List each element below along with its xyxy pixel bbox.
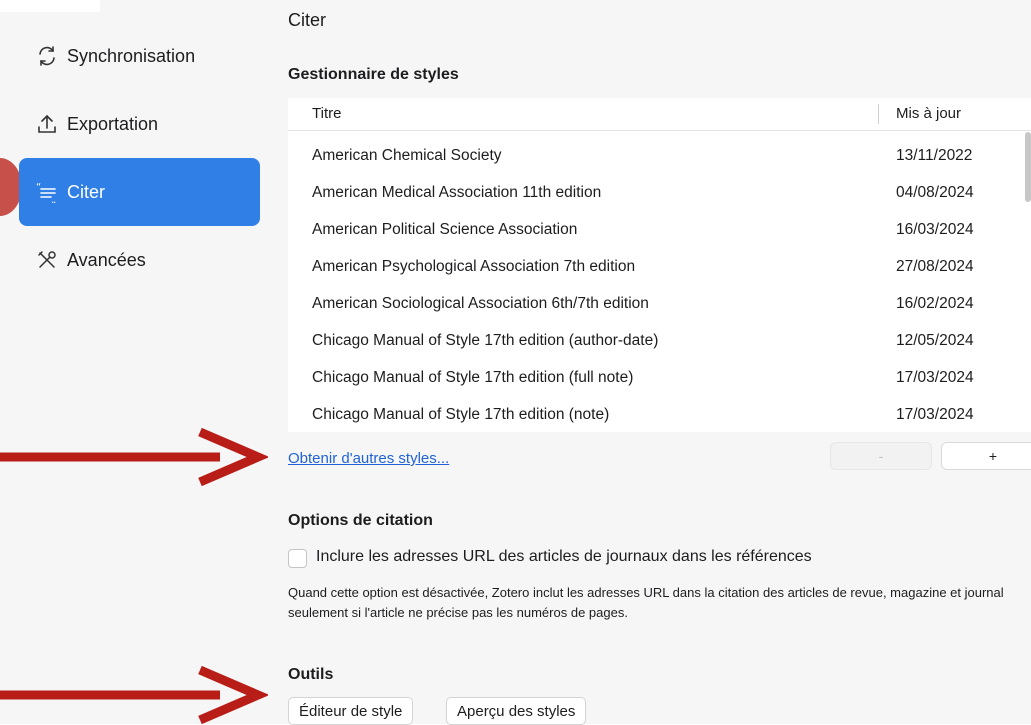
style-title: American Psychological Association 7th e…: [312, 258, 636, 275]
style-preview-button[interactable]: Aperçu des styles: [446, 697, 587, 725]
sync-icon: [35, 44, 59, 68]
citation-options-title: Options de citation: [288, 512, 433, 529]
sidebar-item-label: Synchronisation: [67, 45, 196, 66]
table-row[interactable]: Chicago Manual of Style 17th edition (fu…: [288, 359, 1031, 396]
style-title: American Political Science Association: [312, 221, 578, 238]
get-more-styles-link[interactable]: Obtenir d'autres styles...: [288, 450, 449, 467]
style-title: American Medical Association 11th editio…: [312, 184, 602, 201]
sidebar-item-label: Citer: [67, 181, 106, 202]
include-urls-checkbox[interactable]: [288, 549, 307, 568]
svg-text:“: “: [36, 182, 41, 193]
citer-pane: Citer Gestionnaire de styles Titre Mis à…: [268, 0, 1031, 725]
style-date: 17/03/2024: [896, 406, 974, 423]
export-icon: [35, 112, 59, 136]
sidebar-item-avancees[interactable]: Avancées: [19, 226, 260, 294]
remove-style-button[interactable]: -: [830, 442, 932, 470]
sidebar-item-synchronisation[interactable]: Synchronisation: [19, 22, 260, 90]
tools-icon: [35, 248, 59, 272]
style-title: American Sociological Association 6th/7t…: [312, 295, 649, 312]
table-scrollbar[interactable]: [1025, 132, 1031, 202]
column-header-titre[interactable]: Titre: [312, 98, 341, 130]
style-date: 17/03/2024: [896, 369, 974, 386]
column-divider: [878, 104, 879, 124]
table-row[interactable]: American Medical Association 11th editio…: [288, 174, 1031, 211]
header-divider: [288, 130, 1031, 131]
table-row[interactable]: American Political Science Association 1…: [288, 211, 1031, 248]
style-manager-title: Gestionnaire de styles: [288, 66, 459, 83]
table-row[interactable]: American Chemical Society 13/11/2022: [288, 137, 1031, 174]
add-style-button[interactable]: +: [941, 442, 1031, 470]
tools-title: Outils: [288, 666, 334, 683]
style-editor-button[interactable]: Éditeur de style: [288, 697, 414, 725]
sidebar-item-label: Avancées: [67, 249, 146, 270]
sidebar-top-edge: [0, 0, 100, 12]
page-title: Citer: [288, 10, 327, 30]
preferences-window: Synchronisation Exportation “ „ Citer Av…: [0, 0, 1031, 725]
column-header-mis-a-jour[interactable]: Mis à jour: [896, 98, 961, 130]
sidebar-item-exportation[interactable]: Exportation: [19, 90, 260, 158]
citation-options-description: Quand cette option est désactivée, Zoter…: [288, 585, 1004, 620]
sidebar: Synchronisation Exportation “ „ Citer Av…: [0, 0, 268, 724]
style-title: Chicago Manual of Style 17th edition (au…: [312, 332, 659, 349]
sidebar-item-citer[interactable]: “ „ Citer: [19, 158, 260, 226]
style-date: 16/03/2024: [896, 221, 974, 238]
style-date: 04/08/2024: [896, 184, 974, 201]
style-date: 27/08/2024: [896, 258, 974, 275]
annotation-arrow-link: [0, 427, 268, 486]
style-title: American Chemical Society: [312, 147, 502, 164]
style-date: 12/05/2024: [896, 332, 974, 349]
table-row[interactable]: American Sociological Association 6th/7t…: [288, 285, 1031, 322]
style-title: Chicago Manual of Style 17th edition (fu…: [312, 369, 634, 386]
styles-table[interactable]: Titre Mis à jour American Chemical Socie…: [288, 98, 1031, 432]
style-date: 13/11/2022: [896, 147, 973, 164]
cite-icon: “ „: [35, 180, 59, 204]
table-row[interactable]: American Psychological Association 7th e…: [288, 248, 1031, 285]
include-urls-label[interactable]: Inclure les adresses URL des articles de…: [316, 548, 812, 566]
table-row[interactable]: Chicago Manual of Style 17th edition (au…: [288, 322, 1031, 359]
table-row[interactable]: Chicago Manual of Style 17th edition (no…: [288, 396, 1031, 432]
annotation-arrow-tools: [0, 665, 268, 724]
sidebar-item-label: Exportation: [67, 113, 159, 134]
svg-text:„: „: [51, 195, 56, 203]
style-title: Chicago Manual of Style 17th edition (no…: [312, 406, 610, 423]
style-date: 16/02/2024: [896, 295, 974, 312]
